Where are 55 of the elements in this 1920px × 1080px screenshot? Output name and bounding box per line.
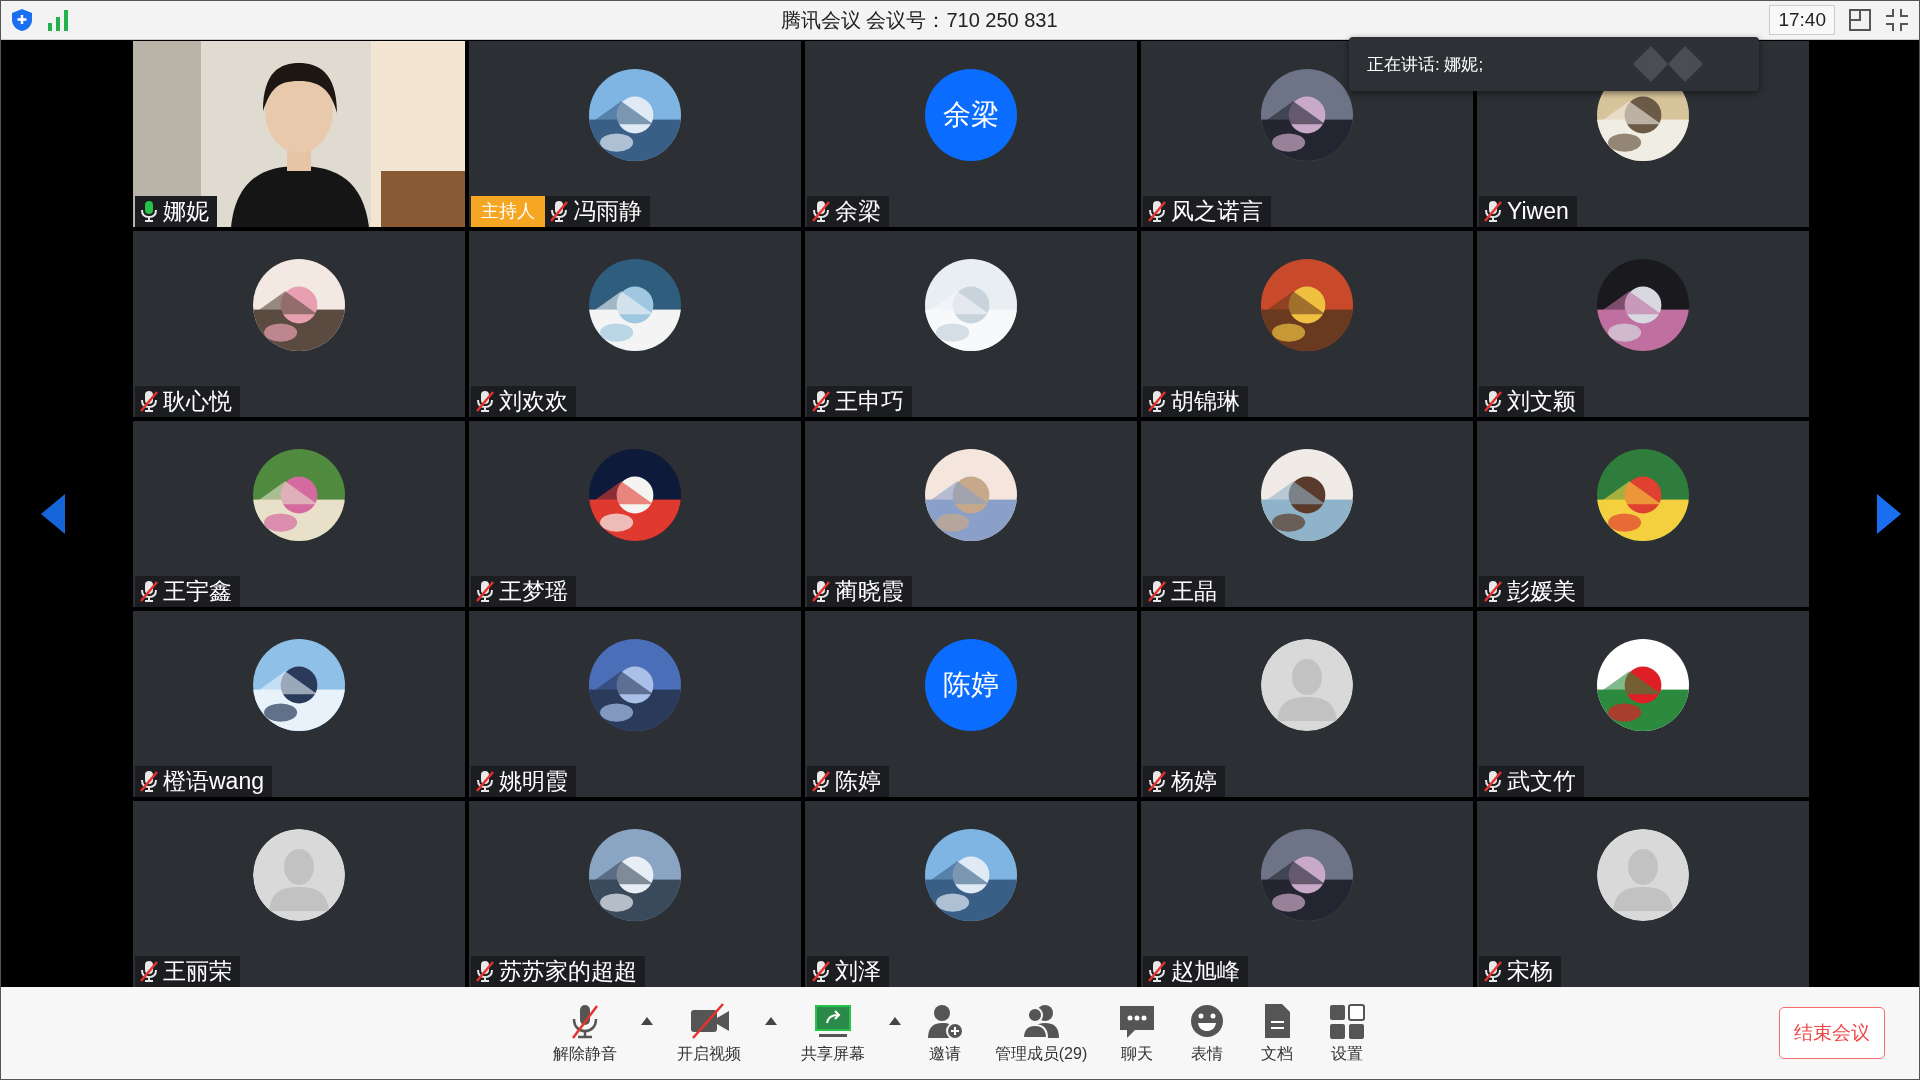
next-page-icon[interactable]: [1877, 493, 1901, 534]
window-title: 腾讯会议 会议号：710 250 831: [779, 7, 1059, 33]
default-avatar-icon: [253, 828, 345, 921]
participant-name: 苏苏家的超超: [499, 956, 637, 986]
participant-name: 王宇鑫: [163, 576, 232, 606]
participant-name: 杨婷: [1171, 766, 1217, 796]
participant-name: 武文竹: [1507, 766, 1576, 796]
participant-name: 刘泽: [835, 956, 881, 986]
participant-name: 娜妮: [163, 196, 209, 226]
participant-name: 刘欢欢: [499, 386, 568, 416]
previous-page-icon[interactable]: [41, 493, 65, 534]
default-avatar-icon: [1261, 638, 1353, 731]
participant-name: 姚明霞: [499, 766, 568, 796]
participant-name: 王梦瑶: [499, 576, 568, 606]
participant-name: 胡锦琳: [1171, 386, 1240, 416]
participant-name: 风之诺言: [1171, 196, 1263, 226]
participant-name: 王晶: [1171, 576, 1217, 606]
end-meeting-button[interactable]: 结束会议: [1779, 1007, 1885, 1059]
caret-icon[interactable]: [764, 1016, 777, 1025]
exit-fullscreen-icon[interactable]: [1885, 8, 1909, 32]
toolbar-button[interactable]: 开启视频: [670, 1001, 747, 1065]
participant-name: 赵旭峰: [1171, 956, 1240, 986]
host-badge: 主持人: [471, 195, 545, 227]
participant-name: 蔺晓霞: [835, 576, 904, 606]
caret-icon[interactable]: [640, 1016, 653, 1025]
toolbar-button[interactable]: 共享屏幕: [794, 1001, 871, 1065]
participant-name: 余梁: [835, 196, 881, 226]
toolbar-button[interactable]: 表情: [1181, 1001, 1234, 1065]
caret-icon[interactable]: [888, 1016, 901, 1025]
avatar-initials: 余梁: [925, 68, 1017, 161]
avatar-initials: 陈婷: [925, 638, 1017, 731]
toolbar-button[interactable]: 聊天: [1111, 1001, 1164, 1065]
participant-name: 宋杨: [1507, 956, 1553, 986]
toolbar-button[interactable]: 文档: [1251, 1001, 1304, 1065]
shield-icon[interactable]: [11, 8, 33, 32]
participant-name: Yiwen: [1507, 197, 1569, 225]
participant-name: 陈婷: [835, 766, 881, 796]
participant-name: 耿心悦: [163, 386, 232, 416]
toolbar-button[interactable]: 管理成员(29): [988, 1001, 1094, 1065]
notice-text: 正在讲话: 娜妮;: [1367, 53, 1484, 76]
participant-name: 王丽荣: [163, 956, 232, 986]
toolbar-button[interactable]: 解除静音: [546, 1001, 623, 1065]
logo-icon: [1633, 46, 1703, 82]
layout-icon[interactable]: [1849, 9, 1871, 31]
participant-name: 王申巧: [835, 386, 904, 416]
participant-name: 刘文颖: [1507, 386, 1576, 416]
toolbar-button[interactable]: 邀请: [918, 1001, 971, 1065]
grid-icon: [1327, 1001, 1368, 1040]
participant-name: 冯雨静: [573, 196, 642, 226]
participant-name: 彭媛美: [1507, 576, 1576, 606]
default-avatar-icon: [1597, 828, 1689, 921]
toolbar-button[interactable]: 设置: [1321, 1001, 1374, 1065]
clock-time: 17:40: [1769, 5, 1835, 35]
signal-icon[interactable]: [47, 9, 69, 31]
participant-name: 橙语wang: [163, 766, 264, 796]
